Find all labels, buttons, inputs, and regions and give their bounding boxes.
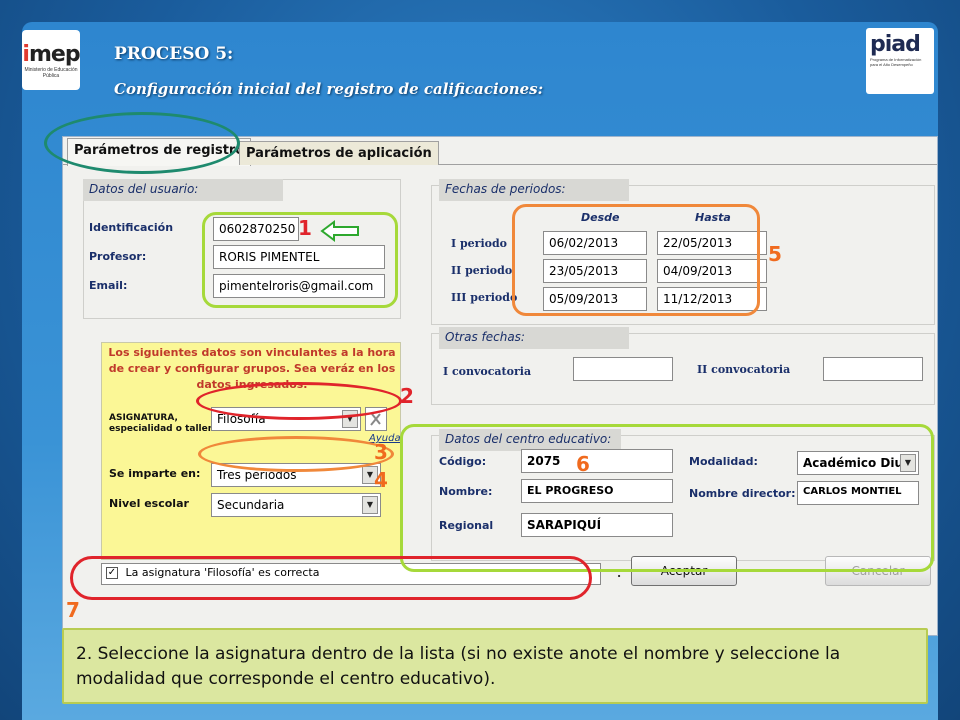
i-convocatoria-field[interactable]: [573, 357, 673, 381]
tab-bar: Parámetros de registro Parámetros de apl…: [63, 137, 937, 166]
marker-4: 4: [374, 468, 388, 492]
piad-logo-caption: Programa de Informatización para el Alto…: [870, 57, 922, 67]
marker-1: 1: [298, 216, 312, 240]
profesor-label: Profesor:: [89, 250, 147, 263]
left-arrow-icon: [320, 220, 360, 242]
cancel-button[interactable]: Cancelar: [825, 556, 931, 586]
codigo-label: Código:: [439, 455, 487, 468]
marker-6: 6: [576, 452, 590, 476]
piad-logo: piad Programa de Informatización para el…: [866, 28, 934, 94]
periodos-group-label: Fechas de periodos:: [439, 179, 629, 201]
nombre-label: Nombre:: [439, 485, 493, 498]
modalidad-label: Modalidad:: [689, 455, 758, 468]
periodo-3-label: III periodo: [451, 291, 518, 304]
mep-logo-caption: Ministerio de Educación Pública: [24, 66, 78, 79]
modalidad-select[interactable]: Académico Diur ▼: [797, 451, 919, 475]
codigo-field[interactable]: 2075: [521, 449, 673, 473]
i-convocatoria-label: I convocatoria: [443, 365, 532, 378]
otras-fechas-group-label: Otras fechas:: [439, 327, 629, 349]
email-label: Email:: [89, 279, 128, 292]
periodo-1-label: I periodo: [451, 237, 508, 250]
periodo-2-desde[interactable]: 23/05/2013: [543, 259, 647, 283]
marker-7: 7: [66, 598, 80, 622]
asignatura-select[interactable]: Filosofía ▼: [211, 407, 361, 431]
director-field[interactable]: CARLOS MONTIEL: [797, 481, 919, 505]
settings-window: Parámetros de registro Parámetros de apl…: [62, 136, 938, 636]
warning-text: Los siguientes datos son vinculantes a l…: [108, 346, 396, 391]
id-field[interactable]: 0602870250: [213, 217, 299, 241]
asignatura-value: Filosofía: [217, 412, 266, 426]
nombre-field[interactable]: EL PROGRESO: [521, 479, 673, 503]
imparte-label: Se imparte en:: [109, 467, 201, 480]
nivel-label: Nivel escolar: [109, 497, 189, 510]
dot: .: [617, 567, 622, 580]
nivel-select[interactable]: Secundaria ▼: [211, 493, 381, 517]
marker-5: 5: [768, 242, 782, 266]
centro-group-label: Datos del centro educativo:: [439, 429, 621, 451]
chevron-down-icon[interactable]: ▼: [362, 496, 378, 514]
periodo-2-hasta[interactable]: 04/09/2013: [657, 259, 767, 283]
confirm-row[interactable]: ✓ La asignatura 'Filosofía' es correcta: [101, 563, 601, 585]
id-label: Identificación: [89, 221, 174, 234]
mep-logo-text: imep: [22, 41, 80, 67]
periodo-1-desde[interactable]: 06/02/2013: [543, 231, 647, 255]
hasta-header: Hasta: [695, 211, 731, 224]
tab-parametros-aplicacion[interactable]: Parámetros de aplicación: [239, 141, 439, 165]
ii-convocatoria-label: II convocatoria: [697, 363, 791, 376]
checkbox-icon[interactable]: ✓: [106, 567, 118, 579]
periodo-1-hasta[interactable]: 22/05/2013: [657, 231, 767, 255]
regional-field[interactable]: SARAPIQUÍ: [521, 513, 673, 537]
ii-convocatoria-field[interactable]: [823, 357, 923, 381]
slide: imep Ministerio de Educación Pública PRO…: [22, 22, 938, 720]
tab-parametros-registro[interactable]: Parámetros de registro: [67, 138, 252, 166]
modalidad-value: Académico Diur: [803, 456, 909, 470]
imparte-select[interactable]: Tres periodos ▼: [211, 463, 381, 487]
instruction-caption: 2. Seleccione la asignatura dentro de la…: [62, 628, 928, 704]
email-field[interactable]: pimentelroris@gmail.com: [213, 274, 385, 298]
confirm-label: La asignatura 'Filosofía' es correcta: [125, 566, 320, 579]
desde-header: Desde: [581, 211, 620, 224]
piad-logo-text: piad: [870, 32, 921, 57]
marker-2: 2: [400, 384, 414, 408]
slide-title: PROCESO 5:: [114, 44, 234, 64]
mep-logo: imep Ministerio de Educación Pública: [22, 30, 81, 90]
chevron-down-icon[interactable]: ▼: [900, 454, 916, 472]
marker-3: 3: [374, 440, 388, 464]
vinculantes-panel: Los siguientes datos son vinculantes a l…: [101, 342, 401, 560]
director-label: Nombre director:: [689, 487, 796, 500]
usuario-group-label: Datos del usuario:: [83, 179, 283, 201]
help-icon[interactable]: [365, 407, 387, 431]
nivel-value: Secundaria: [217, 498, 285, 512]
regional-label: Regional: [439, 519, 494, 532]
slide-subtitle: Configuración inicial del registro de ca…: [114, 80, 544, 98]
chevron-down-icon[interactable]: ▼: [342, 410, 358, 428]
periodo-3-hasta[interactable]: 11/12/2013: [657, 287, 767, 311]
periodo-3-desde[interactable]: 05/09/2013: [543, 287, 647, 311]
profesor-field[interactable]: RORIS PIMENTEL: [213, 245, 385, 269]
periodo-2-label: II periodo: [451, 264, 513, 277]
imparte-value: Tres periodos: [217, 468, 297, 482]
accept-button[interactable]: Aceptar: [631, 556, 737, 586]
